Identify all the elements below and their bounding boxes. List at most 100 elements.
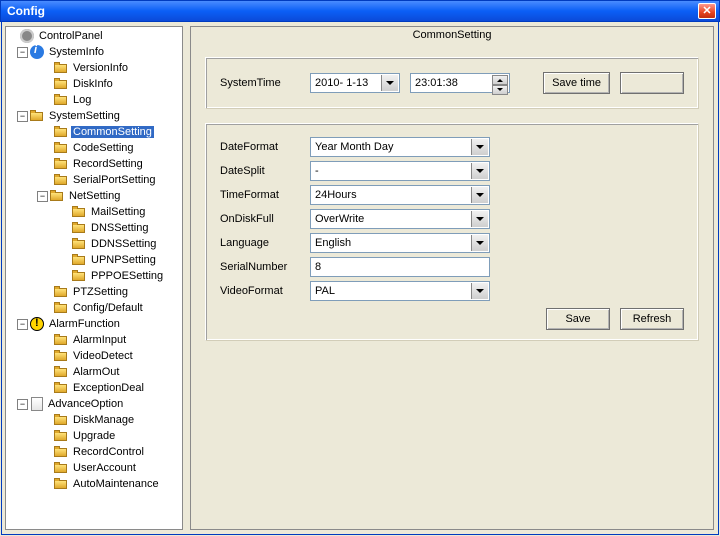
tree-node-ptzsetting[interactable]: PTZSetting: [7, 284, 181, 300]
tree-label: PPPOESetting: [89, 270, 165, 282]
save-time-button[interactable]: Save time: [543, 72, 610, 94]
folder-icon: [54, 333, 68, 347]
tree-node-upgrade[interactable]: Upgrade: [7, 428, 181, 444]
tree-node-systeminfo[interactable]: − SystemInfo: [7, 44, 181, 60]
tree-node-diskinfo[interactable]: DiskInfo: [7, 76, 181, 92]
tree-node-log[interactable]: Log: [7, 92, 181, 108]
tree-node-useraccount[interactable]: UserAccount: [7, 460, 181, 476]
tree-node-exceptiondeal[interactable]: ExceptionDeal: [7, 380, 181, 396]
tree-label: AutoMaintenance: [71, 478, 161, 490]
time-input[interactable]: 23:01:38: [410, 73, 510, 93]
folder-icon: [72, 269, 86, 283]
tree-node-alarminput[interactable]: AlarmInput: [7, 332, 181, 348]
tree-node-netsetting[interactable]: − NetSetting: [7, 188, 181, 204]
tree-label: ControlPanel: [37, 30, 105, 42]
chevron-down-icon: [471, 187, 488, 203]
tree-node-serialportsetting[interactable]: SerialPortSetting: [7, 172, 181, 188]
chevron-down-icon: [381, 75, 398, 91]
close-button[interactable]: ✕: [698, 3, 716, 19]
folder-icon: [54, 445, 68, 459]
button-row: Save Refresh: [546, 308, 684, 330]
folder-icon: [54, 157, 68, 171]
tree-node-controlpanel[interactable]: ControlPanel: [7, 28, 181, 44]
tree-node-recordsetting[interactable]: RecordSetting: [7, 156, 181, 172]
save-button[interactable]: Save: [546, 308, 610, 330]
collapse-icon[interactable]: −: [17, 319, 28, 330]
tree-node-alarmout[interactable]: AlarmOut: [7, 364, 181, 380]
tree-label: UPNPSetting: [89, 254, 158, 266]
collapse-icon[interactable]: −: [17, 111, 28, 122]
folder-icon: [54, 61, 68, 75]
tree-node-recordcontrol[interactable]: RecordControl: [7, 444, 181, 460]
timeformat-select[interactable]: 24Hours: [310, 185, 490, 205]
collapse-icon[interactable]: −: [17, 399, 28, 410]
tree-label: DDNSSetting: [89, 238, 158, 250]
collapse-icon[interactable]: −: [37, 191, 48, 202]
tree-node-codesetting[interactable]: CodeSetting: [7, 140, 181, 156]
videoformat-select[interactable]: PAL: [310, 281, 490, 301]
folder-icon: [72, 221, 86, 235]
tree-label: MailSetting: [89, 206, 147, 218]
tree-label: VersionInfo: [71, 62, 130, 74]
folder-icon: [54, 301, 68, 315]
chevron-down-icon: [471, 163, 488, 179]
tree-label: AlarmFunction: [47, 318, 122, 330]
language-value: English: [315, 237, 351, 249]
folder-icon: [54, 413, 68, 427]
folder-icon: [54, 381, 68, 395]
datesplit-select[interactable]: -: [310, 161, 490, 181]
serialnumber-input[interactable]: 8: [310, 257, 490, 277]
tree-node-dnssetting[interactable]: DNSSetting: [7, 220, 181, 236]
tree-sidebar: ControlPanel − SystemInfo VersionInfo Di…: [5, 26, 183, 530]
main-panel: CommonSetting SystemTime 2010- 1-13 23:0…: [190, 26, 714, 530]
tree-node-mailsetting[interactable]: MailSetting: [7, 204, 181, 220]
tree-node-systemsetting[interactable]: − SystemSetting: [7, 108, 181, 124]
tree-node-alarmfunction[interactable]: − AlarmFunction: [7, 316, 181, 332]
folder-icon: [54, 77, 68, 91]
tree-node-videodetect[interactable]: VideoDetect: [7, 348, 181, 364]
tree-node-diskmanage[interactable]: DiskManage: [7, 412, 181, 428]
warning-icon: [30, 317, 44, 331]
tree: ControlPanel − SystemInfo VersionInfo Di…: [7, 28, 181, 492]
ondiskfull-select[interactable]: OverWrite: [310, 209, 490, 229]
tree-label: RecordSetting: [71, 158, 145, 170]
folder-icon: [54, 285, 68, 299]
collapse-icon[interactable]: −: [17, 47, 28, 58]
tree-node-commonsetting[interactable]: CommonSetting: [7, 124, 181, 140]
tree-label: AdvanceOption: [46, 398, 125, 410]
language-select[interactable]: English: [310, 233, 490, 253]
tree-label: UserAccount: [71, 462, 138, 474]
chevron-down-icon: [471, 211, 488, 227]
sync-pc-button[interactable]: [620, 72, 684, 94]
folder-icon: [50, 189, 64, 203]
tree-node-ddnssetting[interactable]: DDNSSetting: [7, 236, 181, 252]
tree-label: RecordControl: [71, 446, 146, 458]
tree-node-upnpsetting[interactable]: UPNPSetting: [7, 252, 181, 268]
date-picker[interactable]: 2010- 1-13: [310, 73, 400, 93]
dateformat-value: Year Month Day: [315, 141, 393, 153]
folder-icon: [54, 93, 68, 107]
tree-node-advanceoption[interactable]: − AdvanceOption: [7, 396, 181, 412]
tree-node-automaintenance[interactable]: AutoMaintenance: [7, 476, 181, 492]
folder-icon: [72, 205, 86, 219]
tree-node-pppoesetting[interactable]: PPPOESetting: [7, 268, 181, 284]
gear-icon: [20, 29, 34, 43]
time-value: 23:01:38: [415, 77, 458, 89]
tree-label: AlarmOut: [71, 366, 121, 378]
folder-icon: [54, 365, 68, 379]
timeformat-value: 24Hours: [315, 189, 357, 201]
tree-node-configdefault[interactable]: Config/Default: [7, 300, 181, 316]
datesplit-label: DateSplit: [220, 165, 310, 177]
tree-label: SystemSetting: [47, 110, 122, 122]
refresh-button[interactable]: Refresh: [620, 308, 684, 330]
tree-label: ExceptionDeal: [71, 382, 146, 394]
serialnumber-label: SerialNumber: [220, 261, 310, 273]
folder-icon: [72, 253, 86, 267]
dateformat-select[interactable]: Year Month Day: [310, 137, 490, 157]
chevron-down-icon: [471, 283, 488, 299]
folder-icon: [54, 429, 68, 443]
timeformat-label: TimeFormat: [220, 189, 310, 201]
spinner-icon[interactable]: [492, 75, 508, 91]
tree-node-versioninfo[interactable]: VersionInfo: [7, 60, 181, 76]
tree-label: SerialPortSetting: [71, 174, 158, 186]
